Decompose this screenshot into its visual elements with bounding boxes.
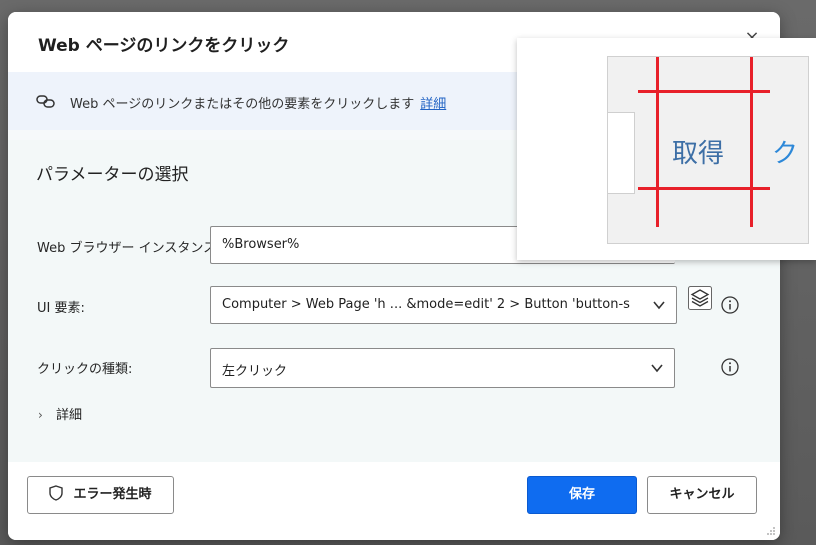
preview-next-text: ク [772, 139, 799, 169]
click-type-dropdown[interactable]: 左クリック [210, 348, 675, 388]
highlight-line-top [638, 90, 770, 93]
highlight-line-bottom [638, 187, 770, 190]
click-type-label: クリックの種類: [37, 362, 133, 377]
on-error-button[interactable]: エラー発生時 [27, 476, 174, 514]
details-expander[interactable]: › 詳細 [38, 404, 82, 423]
save-button[interactable]: 保存 [527, 476, 637, 514]
info-icon[interactable] [721, 358, 739, 376]
chevron-right-icon: › [38, 408, 43, 422]
chevron-down-icon[interactable] [652, 298, 666, 312]
link-icon [36, 95, 55, 108]
shield-icon [49, 485, 64, 501]
browser-instance-label: Web ブラウザー インスタンス: [37, 241, 221, 256]
cancel-button[interactable]: キャンセル [647, 476, 757, 514]
click-type-value: 左クリック [222, 364, 288, 379]
ui-element-value: Computer > Web Page 'h ... &mode=edit' 2… [222, 297, 630, 312]
preview-screenshot: 取得 ク [607, 56, 809, 244]
info-icon[interactable] [721, 296, 739, 314]
ui-element-dropdown[interactable]: Computer > Web Page 'h ... &mode=edit' 2… [210, 286, 677, 324]
layers-icon[interactable] [688, 286, 712, 310]
info-description: Web ページのリンクまたはその他の要素をクリックします [70, 97, 415, 112]
details-label: 詳細 [56, 408, 83, 423]
preview-button-text: 取得 [672, 139, 725, 169]
dialog-footer: エラー発生時 保存 キャンセル [8, 462, 780, 540]
on-error-label: エラー発生時 [73, 487, 152, 502]
browser-instance-value: %Browser% [222, 237, 300, 252]
chevron-down-icon[interactable] [650, 361, 664, 375]
dialog-title: Web ページのリンクをクリック [38, 36, 290, 56]
section-title: パラメーターの選択 [36, 165, 189, 185]
ui-element-preview: 取得 ク [517, 38, 816, 260]
highlight-line-left [656, 57, 659, 227]
highlight-line-right [750, 57, 753, 227]
details-link[interactable]: 詳細 [420, 97, 446, 112]
ui-element-label: UI 要素: [37, 301, 85, 316]
preview-input-box [608, 112, 635, 194]
resize-grip-icon[interactable] [766, 526, 776, 536]
info-text: Web ページのリンクまたはその他の要素をクリックします 詳細 [70, 93, 446, 112]
